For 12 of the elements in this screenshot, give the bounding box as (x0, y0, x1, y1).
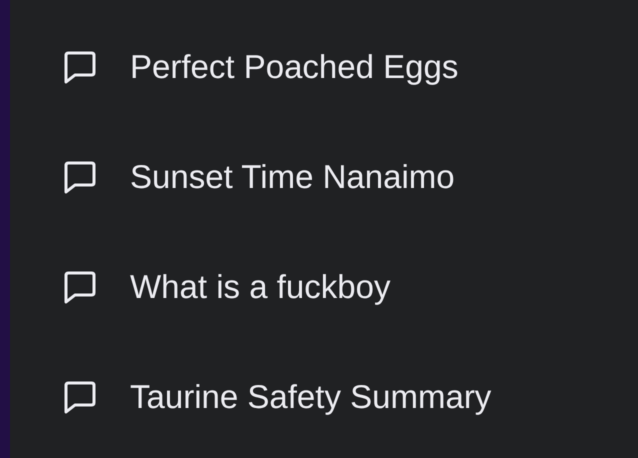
chat-bubble-icon (63, 50, 97, 84)
chat-title: Sunset Time Nanaimo (130, 158, 455, 196)
chat-item[interactable]: What is a fuckboy (10, 232, 638, 342)
chat-bubble-icon (63, 160, 97, 194)
chat-item[interactable]: Perfect Poached Eggs (10, 12, 638, 122)
chat-item[interactable]: Taurine Safety Summary (10, 342, 638, 452)
chat-item[interactable]: Sunset Time Nanaimo (10, 122, 638, 232)
chat-title: What is a fuckboy (130, 268, 390, 306)
chat-bubble-icon (63, 380, 97, 414)
chat-bubble-icon (63, 270, 97, 304)
chat-title: Perfect Poached Eggs (130, 48, 458, 86)
chat-title: Taurine Safety Summary (130, 378, 492, 416)
